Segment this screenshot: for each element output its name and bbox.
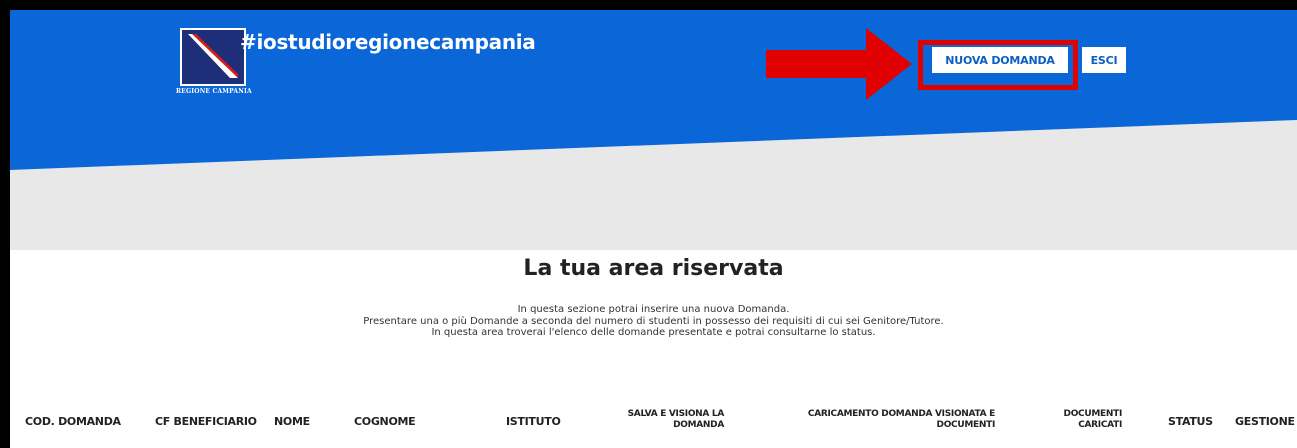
column-documenti-line-1: DOCUMENTI [1063, 409, 1123, 419]
column-salva-line-1: SALVA E VISIONA LA [627, 409, 725, 419]
column-salva-line-2: DOMANDA [673, 420, 724, 430]
regione-campania-logo[interactable]: REGIONE CAMPANIA [176, 28, 252, 100]
column-documenti-caricati[interactable]: DOCUMENTI CARICATI [1063, 409, 1123, 431]
coat-of-arms-icon [180, 28, 246, 86]
page-title: La tua area riservata [523, 256, 784, 281]
intro-line: In questa sezione potrai inserire una nu… [517, 304, 790, 315]
column-caricamento-line-2: DOCUMENTI [936, 420, 996, 430]
header: REGIONE CAMPANIA #iostudioregionecampani… [10, 10, 1297, 250]
column-status[interactable]: STATUS [1168, 415, 1213, 428]
nuova-domanda-button[interactable]: NUOVA DOMANDA [932, 47, 1068, 73]
red-arrow-icon [766, 28, 912, 100]
column-caricamento-line-1: CARICAMENTO DOMANDA VISIONATA E [807, 409, 995, 419]
page-frame: REGIONE CAMPANIA #iostudioregionecampani… [10, 10, 1297, 448]
column-documenti-line-2: CARICATI [1078, 420, 1122, 430]
intro-text: In questa sezione potrai inserire una nu… [10, 304, 1297, 339]
column-istituto[interactable]: ISTITUTO [506, 415, 561, 428]
esci-button[interactable]: ESCI [1082, 47, 1126, 73]
site-title: #iostudioregionecampania [240, 30, 536, 54]
column-cod-domanda[interactable]: COD. DOMANDA [25, 415, 121, 428]
column-nome[interactable]: NOME [274, 415, 310, 428]
intro-line: In questa area troverai l'elenco delle d… [431, 327, 876, 338]
column-cognome[interactable]: COGNOME [354, 415, 416, 428]
column-salva-visiona[interactable]: SALVA E VISIONA LA DOMANDA [627, 409, 725, 431]
logo-text: REGIONE CAMPANIA [176, 88, 252, 95]
intro-line: Presentare una o più Domande a seconda d… [363, 315, 944, 327]
column-gestione[interactable]: GESTIONE [1235, 415, 1295, 428]
column-cf-beneficiario[interactable]: CF BENEFICIARIO [155, 415, 257, 428]
column-caricamento[interactable]: CARICAMENTO DOMANDA VISIONATA E DOCUMENT… [808, 409, 995, 431]
